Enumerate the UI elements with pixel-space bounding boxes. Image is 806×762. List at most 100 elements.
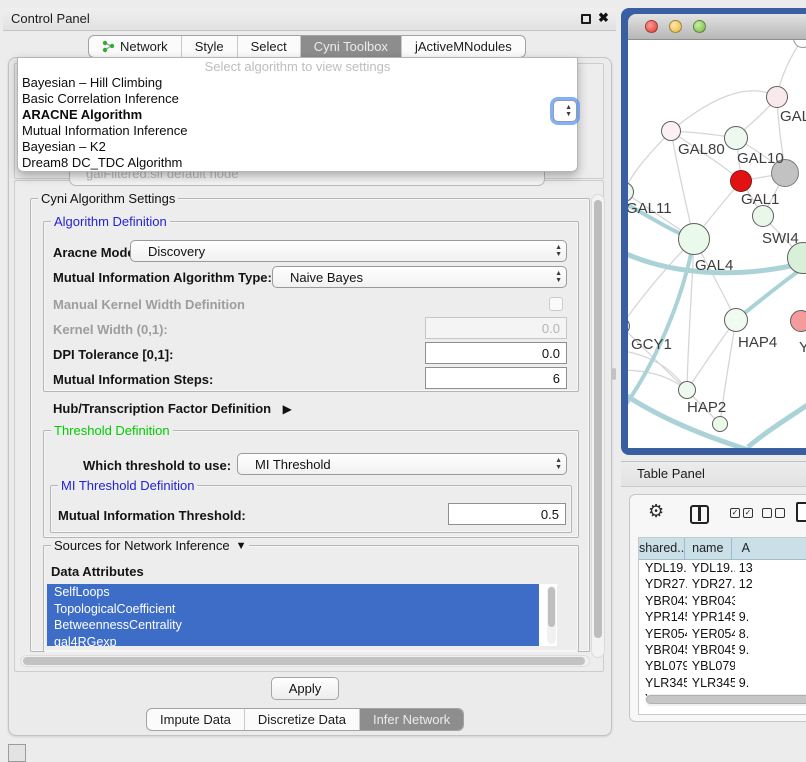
table-cell: YLR345W	[687, 675, 735, 691]
table-row[interactable]: YBR045CYBR045C9.	[639, 642, 806, 658]
node-y-cut[interactable]	[790, 310, 806, 332]
expanded-arrow-icon[interactable]: ▼	[236, 540, 247, 552]
scrollbar-thumb[interactable]	[23, 657, 585, 665]
dropdown-item[interactable]: Dream8 DC_TDC Algorithm	[18, 155, 577, 171]
hub-definition-toggle[interactable]: Hub/Transcription Factor Definition ▶	[53, 400, 292, 418]
aracne-mode-combo[interactable]: Discovery ▲▼	[130, 240, 567, 262]
gear-icon[interactable]: ⚙	[648, 501, 664, 522]
algorithm-combo-stepper[interactable]: ▲▼	[553, 100, 577, 122]
table-panel: ⚙ ✓ ✓ shared... name A YDL19...YDL19...1…	[629, 494, 806, 722]
tab-cyni-toolbox[interactable]: Cyni Toolbox	[300, 36, 401, 57]
scrollbar-thumb[interactable]	[646, 695, 806, 704]
table-row[interactable]: YBR043CYBR043C	[639, 593, 806, 609]
combo-stepper-icon: ▲▼	[555, 244, 562, 258]
tab-network[interactable]: Network	[89, 36, 181, 57]
network-canvas[interactable]: GAL GAL80 GAL10 GAL11 GAL1 SWI4 GAL4 GCY…	[628, 40, 806, 448]
table-cell: 9.	[735, 675, 806, 691]
node-red-selected[interactable]	[730, 170, 752, 192]
node-gal4[interactable]	[678, 223, 710, 255]
attribute-list-item[interactable]: gal4RGexp	[47, 634, 539, 647]
tab-infer-network[interactable]: Infer Network	[359, 709, 463, 730]
table-cell: YDR27...	[639, 576, 687, 592]
mi-steps-field[interactable]: 6	[425, 367, 567, 389]
network-window-titlebar[interactable]	[628, 14, 806, 40]
close-traffic-light-icon[interactable]	[645, 20, 658, 33]
tab-impute-data[interactable]: Impute Data	[147, 709, 244, 730]
table-row[interactable]: YER054CYER054C8.	[639, 626, 806, 642]
tab-discretize-data[interactable]: Discretize Data	[244, 709, 359, 730]
panel-splitter-handle[interactable]	[612, 368, 616, 380]
node-gal80[interactable]	[661, 121, 681, 141]
which-threshold-value: MI Threshold	[255, 457, 331, 472]
deselect-all-checkboxes-icon[interactable]	[762, 508, 785, 518]
node-gal10[interactable]	[724, 126, 748, 150]
stepper-arrows-icon: ▲▼	[565, 104, 572, 118]
which-threshold-label: Which threshold to use:	[83, 458, 231, 473]
table-cell: 12	[735, 576, 806, 592]
combo-stepper-icon: ▲▼	[555, 457, 562, 471]
dock-panel-icon[interactable]	[8, 744, 26, 762]
table-row[interactable]: YPR145WYPR145W9.	[639, 609, 806, 625]
panel-title: Control Panel	[11, 11, 90, 26]
column-header[interactable]: name	[685, 538, 732, 560]
bottom-tabbar: Impute Data Discretize Data Infer Networ…	[146, 708, 464, 731]
settings-vertical-scrollbar[interactable]	[591, 194, 605, 658]
tab-select[interactable]: Select	[237, 36, 300, 57]
node-label: GAL1	[741, 191, 779, 208]
column-header[interactable]: A	[732, 538, 806, 560]
node-table: shared... name A YDL19...YDL19...13YDR27…	[638, 537, 806, 715]
attribute-list-item[interactable]: TopologicalCoefficient	[47, 601, 539, 618]
dropdown-item[interactable]: Bayesian – Hill Climbing	[18, 75, 577, 91]
table-row[interactable]: YLR345WYLR345W9.	[639, 675, 806, 691]
tab-style[interactable]: Style	[181, 36, 237, 57]
which-threshold-combo[interactable]: MI Threshold ▲▼	[237, 453, 567, 475]
scrollbar-thumb[interactable]	[594, 200, 602, 638]
tab-label: Cyni Toolbox	[314, 39, 388, 54]
columns-icon[interactable]	[690, 505, 709, 524]
node-label: GCY1	[631, 336, 672, 353]
column-header[interactable]: shared...	[639, 538, 685, 560]
tab-label: Style	[195, 39, 224, 54]
dropdown-item[interactable]: Basic Correlation Inference	[18, 91, 577, 107]
dropdown-item[interactable]: Mutual Information Inference	[18, 123, 577, 139]
select-all-checkboxes-icon[interactable]: ✓ ✓	[730, 508, 753, 518]
node-hap2[interactable]	[678, 381, 696, 399]
attribute-list-item[interactable]: SelfLoops	[47, 584, 539, 601]
node-gal1[interactable]	[752, 205, 774, 227]
scrollbar-thumb[interactable]	[548, 587, 555, 627]
settings-horizontal-scrollbar[interactable]	[20, 655, 590, 667]
dropdown-item[interactable]: Bayesian – K2	[18, 139, 577, 155]
attribute-list-item[interactable]: BetweennessCentrality	[47, 617, 539, 634]
sources-title: Sources for Network Inference ▼	[51, 538, 249, 553]
table-row[interactable]: YBL079WYBL079W	[639, 658, 806, 674]
attr-list-scrollbar[interactable]	[547, 586, 556, 644]
manual-kernel-checkbox[interactable]	[549, 297, 563, 311]
kernel-width-field[interactable]: 0.0	[425, 317, 567, 339]
node-hap4[interactable]	[724, 308, 748, 332]
aracne-mode-value: Discovery	[148, 244, 205, 259]
table-horizontal-scrollbar[interactable]	[645, 694, 806, 706]
table-cell: 8.	[735, 626, 806, 642]
node-gal-cut[interactable]	[766, 86, 788, 108]
control-panel: Control Panel ✖ Network Style Select Cyn…	[3, 8, 616, 737]
mi-threshold-field[interactable]: 0.5	[448, 503, 566, 525]
table-row[interactable]: YDR27...YDR27...12	[639, 576, 806, 592]
node-label: HAP2	[687, 399, 726, 416]
node-unlabeled[interactable]	[712, 416, 728, 432]
dropdown-item[interactable]: ARACNE Algorithm	[18, 107, 577, 123]
close-icon[interactable]: ✖	[598, 10, 609, 26]
node-label: GAL80	[678, 141, 725, 158]
minimize-traffic-light-icon[interactable]	[669, 20, 682, 33]
control-panel-titlebar: Control Panel ✖	[3, 8, 616, 31]
table-body: YDL19...YDL19...13YDR27...YDR27...12YBR0…	[639, 560, 806, 708]
apply-button[interactable]: Apply	[271, 677, 339, 700]
tab-label: Network	[120, 39, 168, 54]
table-row[interactable]: YDL19...YDL19...13	[639, 560, 806, 576]
tab-jactivemnodules[interactable]: jActiveMNodules	[401, 36, 525, 57]
network-view-window[interactable]: GAL GAL80 GAL10 GAL11 GAL1 SWI4 GAL4 GCY…	[621, 8, 806, 455]
document-icon[interactable]	[796, 502, 806, 522]
mi-type-combo[interactable]: Naive Bayes ▲▼	[272, 266, 567, 288]
float-window-icon[interactable]	[581, 14, 591, 24]
dpi-tolerance-field[interactable]: 0.0	[425, 342, 567, 364]
zoom-traffic-light-icon[interactable]	[693, 20, 706, 33]
